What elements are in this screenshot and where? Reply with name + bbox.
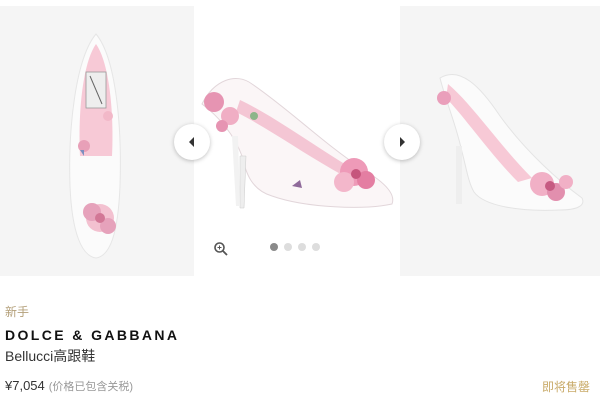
pagination-dot[interactable]: [284, 243, 292, 251]
price: ¥7,054: [5, 378, 45, 393]
product-gallery: [0, 0, 600, 279]
product-image-side-view: [194, 6, 400, 276]
price-row: ¥7,054 (价格已包含关税): [5, 378, 133, 394]
gallery-pagination: [270, 243, 320, 251]
product-image-angle-view: [400, 6, 600, 276]
tax-note: (价格已包含关税): [48, 381, 134, 393]
product-image-top-view: [0, 6, 194, 276]
selling-out-badge: 即将售罄: [541, 380, 590, 394]
new-tag: 新手: [5, 305, 30, 319]
pagination-dot[interactable]: [312, 243, 320, 251]
previous-image-button[interactable]: [174, 124, 210, 160]
pagination-dot[interactable]: [270, 243, 278, 251]
next-image-button[interactable]: [384, 124, 420, 160]
zoom-icon[interactable]: [213, 241, 229, 257]
pagination-dot[interactable]: [298, 243, 306, 251]
product-name: Bellucci高跟鞋: [5, 348, 96, 364]
brand-name[interactable]: DOLCE & GABBANA: [5, 327, 179, 343]
chevron-left-icon: [189, 137, 194, 147]
chevron-right-icon: [400, 137, 405, 147]
